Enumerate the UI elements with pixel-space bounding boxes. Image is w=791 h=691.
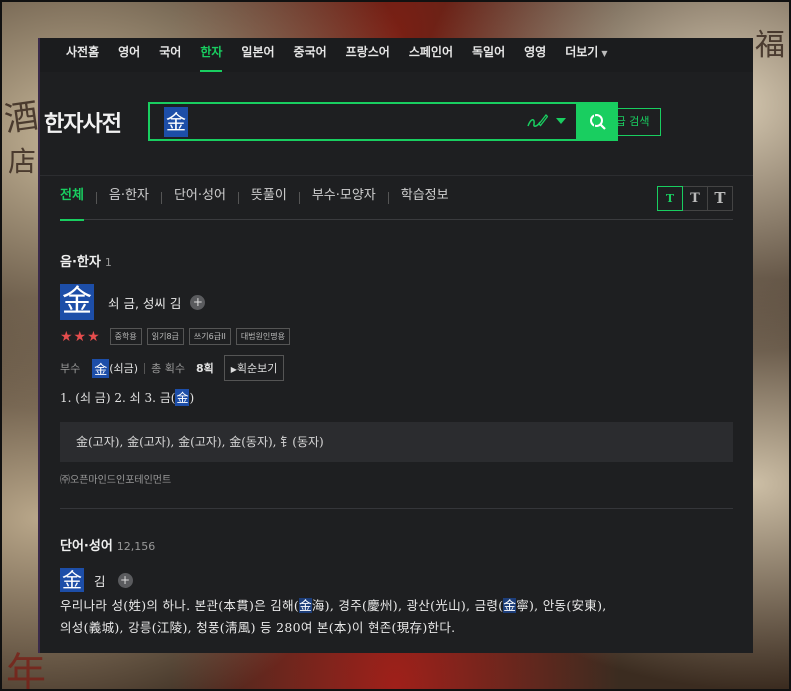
nav-item-korean[interactable]: 국어	[159, 38, 192, 72]
radical-character[interactable]: 金	[92, 358, 110, 378]
meanings-character[interactable]: 金	[175, 389, 190, 406]
word-reading: 김	[94, 573, 106, 589]
nav-item-french[interactable]: 프랑스어	[346, 38, 401, 72]
wallpaper-glyph: 福	[755, 28, 785, 63]
section-title: 음·한자 1	[60, 251, 733, 270]
level-badge: 대법원인명용	[235, 328, 290, 345]
section-title-text[interactable]: 음·한자	[60, 255, 101, 270]
word-character[interactable]: 金	[60, 568, 84, 592]
section-divider	[60, 508, 733, 509]
nav-item-home[interactable]: 사전홈	[66, 38, 110, 72]
stroke-order-label: 획순보기	[236, 362, 278, 375]
hanja-meta: 부수 金 (쇠금) 총 획수 8획 ▶획순보기	[60, 355, 733, 381]
variant-characters[interactable]: 金(고자), 金(고자), 金(고자), 金(동자), 钅(동자)	[60, 422, 733, 462]
dictionary-panel: 사전홈 영어 국어 한자 일본어 중국어 프랑스어 스페인어 독일어 영영 더보…	[38, 38, 753, 653]
content-provider[interactable]: ㈜오픈마인드인포테인먼트	[60, 471, 733, 486]
radical-name: (쇠금)	[109, 362, 139, 375]
tab-radical-shape[interactable]: 부수·모양자	[300, 176, 388, 220]
nav-item-german[interactable]: 독일어	[472, 38, 516, 72]
tab-study-info[interactable]: 학습정보	[389, 176, 461, 220]
nav-item-english-english[interactable]: 영영	[524, 38, 557, 72]
hanja-reading: 쇠 금, 성씨 김	[108, 295, 182, 311]
meta-divider	[144, 362, 146, 374]
hanja-section: 음·한자 1 金 쇠 금, 성씨 김 + ★★★ 중학용 읽기8급 쓰기6급II …	[60, 251, 733, 486]
nav-item-english[interactable]: 영어	[118, 38, 151, 72]
section-title-text[interactable]: 단어·성어	[60, 539, 113, 554]
font-size-selector: T T T	[657, 186, 733, 211]
hanja-levels: ★★★ 중학용 읽기8급 쓰기6급II 대법원인명용	[60, 328, 733, 345]
font-size-large-button[interactable]: T	[707, 186, 733, 211]
meanings-close: )	[189, 391, 195, 405]
search-query[interactable]: 金	[164, 106, 188, 137]
hanja-entry-header: 金 쇠 금, 성씨 김 +	[60, 284, 733, 320]
results-content: 음·한자 1 金 쇠 금, 성씨 김 + ★★★ 중학용 읽기8급 쓰기6급II …	[40, 251, 753, 639]
nav-item-more[interactable]: 더보기 ▼	[565, 38, 618, 72]
add-to-wordbook-icon[interactable]: +	[190, 294, 206, 310]
highlight-character: 金	[299, 598, 312, 613]
meanings-text: 1. (쇠 금) 2. 쇠 3. 금(	[60, 391, 176, 405]
page-title[interactable]: 한자사전	[44, 106, 122, 138]
level-badge: 중학용	[109, 328, 142, 345]
search-header: 한자사전 金 고급 검색	[40, 72, 753, 176]
importance-stars: ★★★	[60, 328, 101, 345]
highlight-character: 金	[503, 598, 517, 613]
tab-reading-hanja[interactable]: 음·한자	[97, 176, 161, 220]
level-badge: 쓰기6급II	[188, 328, 231, 345]
description-text: 海), 경주(慶州), 광산(光山), 금령(	[311, 598, 504, 613]
font-size-medium-button[interactable]: T	[682, 186, 708, 211]
description-text: 의성(義城), 강릉(江陵), 청풍(淸風) 등 280여 본(本)이 현존(現…	[60, 620, 456, 635]
tab-meanings[interactable]: 뜻풀이	[239, 176, 299, 220]
advanced-search-button[interactable]: 고급 검색	[594, 108, 661, 136]
stroke-count-label: 총 획수	[151, 362, 185, 375]
result-tabs: 전체 음·한자 단어·성어 뜻풀이 부수·모양자 학습정보 T T T	[60, 176, 733, 221]
search-input[interactable]: 金	[148, 102, 578, 141]
words-section: 단어·성어 12,156 金 김 + 우리나라 성(姓)의 하나. 본관(本貫)은…	[60, 535, 733, 639]
word-description: 우리나라 성(姓)의 하나. 본관(本貫)은 김해(金海), 경주(慶州), 광…	[60, 595, 733, 639]
tab-all[interactable]: 전체	[60, 176, 96, 221]
wallpaper-glyph: 酒	[1, 95, 42, 141]
chevron-down-icon: ▼	[601, 49, 608, 58]
section-title: 단어·성어 12,156	[60, 535, 733, 554]
level-badge: 읽기8급	[146, 328, 184, 345]
radical-label: 부수	[60, 362, 81, 375]
wallpaper-glyph: 店	[8, 145, 37, 178]
nav-item-chinese[interactable]: 중국어	[294, 38, 338, 72]
handwrite-dropdown-icon[interactable]	[556, 118, 566, 124]
section-count: 12,156	[116, 540, 156, 553]
hanja-meanings: 1. (쇠 금) 2. 쇠 3. 금(金)	[60, 389, 733, 406]
nav-item-hanja[interactable]: 한자	[200, 38, 233, 72]
font-size-small-button[interactable]: T	[657, 186, 683, 211]
nav-item-spanish[interactable]: 스페인어	[409, 38, 464, 72]
add-to-wordbook-icon[interactable]: +	[117, 572, 133, 588]
stroke-order-button[interactable]: ▶획순보기	[223, 355, 285, 381]
more-label: 더보기	[565, 45, 599, 59]
hanja-character[interactable]: 金	[60, 284, 94, 320]
section-count: 1	[104, 256, 112, 269]
handwriting-pen-icon[interactable]	[526, 112, 548, 130]
word-entry-header: 金 김 +	[60, 568, 733, 592]
top-navigation: 사전홈 영어 국어 한자 일본어 중국어 프랑스어 스페인어 독일어 영영 더보…	[40, 38, 753, 72]
description-text: 우리나라 성(姓)의 하나. 본관(本貫)은 김해(	[60, 598, 300, 613]
tab-words-idioms[interactable]: 단어·성어	[162, 176, 238, 220]
description-text: 寧), 안동(安東),	[516, 598, 607, 613]
stroke-count-value: 8획	[195, 362, 214, 375]
nav-item-japanese[interactable]: 일본어	[241, 38, 285, 72]
